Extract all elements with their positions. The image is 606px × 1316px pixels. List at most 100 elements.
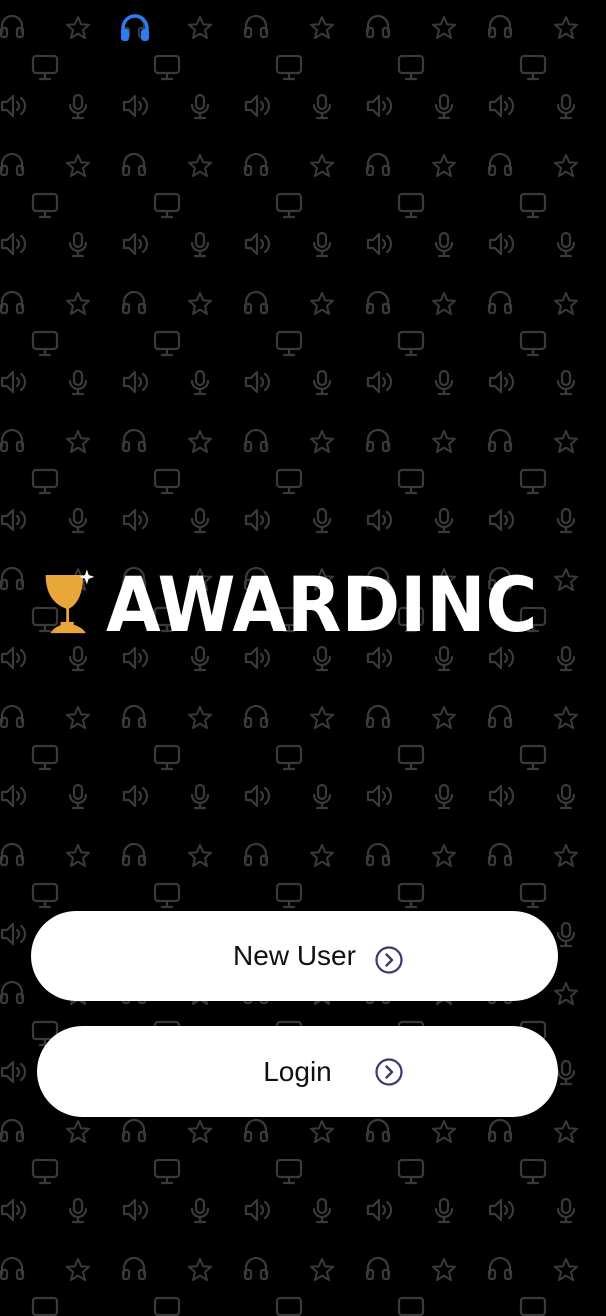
monitor-icon bbox=[153, 744, 181, 771]
star-icon bbox=[188, 154, 212, 177]
microphone-icon bbox=[68, 507, 88, 534]
microphone-icon bbox=[556, 369, 576, 396]
microphone-icon bbox=[190, 231, 210, 258]
star-icon bbox=[188, 292, 212, 315]
microphone-icon bbox=[434, 93, 454, 120]
headphones-icon bbox=[365, 1118, 391, 1143]
star-icon bbox=[432, 154, 456, 177]
headphones-icon bbox=[121, 1118, 147, 1143]
new-user-button[interactable]: New User bbox=[31, 911, 558, 1001]
monitor-icon bbox=[519, 192, 547, 219]
monitor-icon bbox=[519, 330, 547, 357]
monitor-icon bbox=[31, 744, 59, 771]
welcome-screen: AWARDINC New User Login bbox=[0, 0, 606, 1316]
microphone-icon bbox=[68, 1197, 88, 1224]
monitor-icon bbox=[275, 192, 303, 219]
star-icon bbox=[188, 1120, 212, 1143]
microphone-icon bbox=[312, 93, 332, 120]
speaker-icon bbox=[366, 646, 393, 670]
microphone-icon bbox=[312, 369, 332, 396]
headphones-icon bbox=[0, 980, 25, 1005]
speaker-icon bbox=[0, 1198, 27, 1222]
star-icon bbox=[554, 1120, 578, 1143]
headphones-icon bbox=[243, 1118, 269, 1143]
speaker-icon bbox=[122, 646, 149, 670]
headphones-icon bbox=[365, 428, 391, 453]
monitor-icon bbox=[275, 468, 303, 495]
chevron-right-circle-icon bbox=[375, 946, 403, 974]
headphones-icon bbox=[0, 842, 25, 867]
microphone-icon bbox=[312, 783, 332, 810]
star-icon bbox=[554, 154, 578, 177]
monitor-icon bbox=[519, 468, 547, 495]
speaker-icon bbox=[122, 94, 149, 118]
headphones-icon bbox=[121, 1256, 147, 1281]
headphones-icon bbox=[487, 704, 513, 729]
microphone-icon bbox=[434, 645, 454, 672]
headphones-icon bbox=[121, 704, 147, 729]
new-user-label: New User bbox=[233, 940, 356, 971]
star-icon bbox=[66, 1120, 90, 1143]
speaker-icon bbox=[244, 784, 271, 808]
headphones-icon bbox=[0, 290, 25, 315]
star-icon bbox=[310, 16, 334, 39]
monitor-icon bbox=[275, 1296, 303, 1316]
star-icon bbox=[310, 430, 334, 453]
microphone-icon bbox=[190, 507, 210, 534]
login-button[interactable]: Login bbox=[37, 1026, 558, 1117]
star-icon bbox=[310, 1258, 334, 1281]
speaker-icon bbox=[488, 646, 515, 670]
headphones-icon bbox=[365, 14, 391, 39]
monitor-icon bbox=[153, 54, 181, 81]
headphones-icon bbox=[365, 152, 391, 177]
star-icon bbox=[66, 430, 90, 453]
speaker-icon bbox=[244, 94, 271, 118]
speaker-icon bbox=[122, 508, 149, 532]
speaker-icon bbox=[488, 370, 515, 394]
star-icon bbox=[554, 292, 578, 315]
monitor-icon bbox=[397, 882, 425, 909]
monitor-icon bbox=[153, 192, 181, 219]
headphones-icon bbox=[121, 428, 147, 453]
microphone-icon bbox=[312, 1197, 332, 1224]
star-icon bbox=[66, 16, 90, 39]
headphones-icon bbox=[0, 566, 25, 591]
headphones-icon bbox=[0, 152, 25, 177]
headphones-icon bbox=[243, 704, 269, 729]
headphones-icon bbox=[119, 14, 151, 44]
headphones-icon bbox=[487, 152, 513, 177]
headphones-icon bbox=[121, 152, 147, 177]
star-icon bbox=[310, 154, 334, 177]
speaker-icon bbox=[366, 94, 393, 118]
monitor-icon bbox=[519, 882, 547, 909]
headphones-icon bbox=[365, 1256, 391, 1281]
star-icon bbox=[310, 844, 334, 867]
star-icon bbox=[554, 982, 578, 1005]
headphones-icon bbox=[487, 290, 513, 315]
monitor-icon bbox=[519, 1158, 547, 1185]
microphone-icon bbox=[190, 783, 210, 810]
star-icon bbox=[310, 706, 334, 729]
star-icon bbox=[310, 1120, 334, 1143]
monitor-icon bbox=[31, 192, 59, 219]
speaker-icon bbox=[244, 370, 271, 394]
microphone-icon bbox=[190, 369, 210, 396]
microphone-icon bbox=[434, 369, 454, 396]
star-icon bbox=[432, 292, 456, 315]
microphone-icon bbox=[190, 645, 210, 672]
monitor-icon bbox=[31, 54, 59, 81]
speaker-icon bbox=[244, 232, 271, 256]
monitor-icon bbox=[31, 1158, 59, 1185]
microphone-icon bbox=[190, 93, 210, 120]
monitor-icon bbox=[397, 468, 425, 495]
headphones-icon bbox=[0, 704, 25, 729]
speaker-icon bbox=[0, 370, 27, 394]
monitor-icon bbox=[519, 54, 547, 81]
monitor-icon bbox=[519, 744, 547, 771]
speaker-icon bbox=[366, 232, 393, 256]
headphones-icon bbox=[487, 842, 513, 867]
chevron-right-circle-icon bbox=[375, 1058, 403, 1086]
microphone-icon bbox=[556, 1197, 576, 1224]
microphone-icon bbox=[68, 93, 88, 120]
speaker-icon bbox=[0, 646, 27, 670]
